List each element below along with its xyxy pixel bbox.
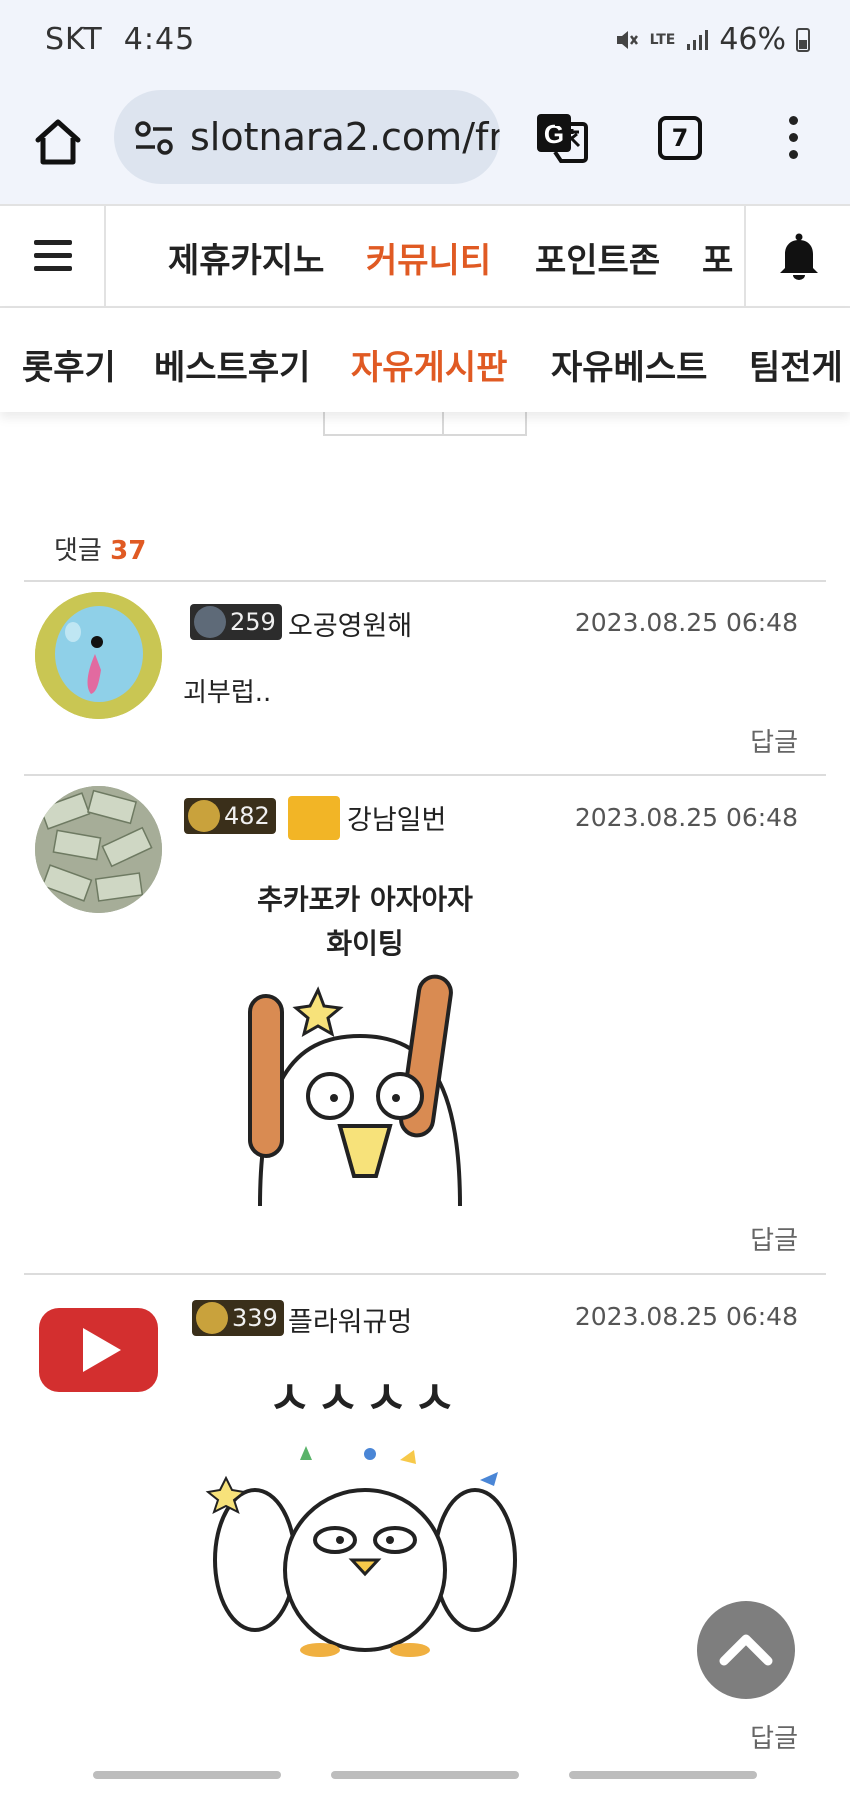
gesture-bar-left [93,1771,281,1779]
level-emblem-icon [196,1302,228,1334]
divider [24,580,826,582]
divider [24,774,826,776]
status-right: LTE 46% [614,22,810,57]
sticker-caption-line-1: 추카포카 아자아자 [257,883,473,916]
sub-item-best-review[interactable]: 베스트후기 [154,340,310,389]
gesture-bar-center [331,1771,519,1779]
comments-count: 37 [110,536,147,566]
bell-icon [780,233,818,280]
level-emblem-icon [194,606,226,638]
sub-item-team[interactable]: 팀전게 [749,340,843,389]
reply-button[interactable]: 답글 [750,1718,798,1755]
comment-nickname[interactable]: 오공영원해 [288,604,412,643]
comment-date: 2023.08.25 06:48 [574,803,798,832]
sub-item-free-board[interactable]: 자유게시판 [351,340,507,389]
penguin-cheer-sticker [205,1446,517,1657]
browser-menu-icon[interactable] [778,116,808,166]
scroll-to-top-button[interactable] [697,1601,795,1699]
battery-percent: 46% [719,22,786,57]
chevron-up-icon [719,1634,773,1666]
signal-icon [687,29,709,50]
sticker-image: ㅅㅅㅅㅅ [200,1371,530,1660]
lte-icon: LTE [649,31,676,48]
browser-toolbar: slotnara2.com/fr G 7 [0,84,850,204]
notification-button[interactable] [744,206,850,306]
site-main-nav: 제휴카지노 커뮤니티 포인트존 포 [0,204,850,308]
comment-date: 2023.08.25 06:48 [574,608,798,637]
carrier: SKT [45,22,103,57]
sticker-caption: ㅅㅅㅅㅅ [268,1371,462,1425]
sticker-caption-line-2: 화이팅 [326,927,404,960]
comment-text: 괴부럽.. [183,678,272,708]
level-number: 259 [230,608,276,636]
nav-item-more[interactable]: 포 [702,233,733,282]
comments-label: 댓글 [54,536,102,566]
comment-date: 2023.08.25 06:48 [574,1302,798,1331]
sub-item-review[interactable]: 롯후기 [22,340,116,389]
battery-icon [796,27,810,52]
nav-item-partner-casino[interactable]: 제휴카지노 [168,233,324,282]
duck-cheer-sticker [248,974,462,1206]
site-settings-icon[interactable] [134,120,174,156]
avatar[interactable] [35,1286,162,1413]
level-number: 482 [224,802,270,830]
cartoon-avatar-image [35,592,162,719]
divider [24,1273,826,1275]
sticker-image: 추카포카 아자아자 화이팅 [200,878,530,1206]
comment-nickname[interactable]: 강남일번 [347,798,446,837]
status-bar: SKT 4:45 LTE 46% [0,0,850,84]
hamburger-menu-icon[interactable] [0,206,106,306]
level-number: 339 [232,1304,278,1332]
url-bar[interactable]: slotnara2.com/fr [114,90,500,184]
gesture-bar-right [569,1771,757,1779]
level-badge: 259 [190,604,282,640]
reply-button[interactable]: 답글 [750,1220,798,1257]
home-icon[interactable] [30,114,86,170]
translate-icon[interactable]: G [533,110,589,166]
status-left: SKT 4:45 [45,22,195,57]
nav-item-community[interactable]: 커뮤니티 [366,233,491,282]
rank-badge-icon [288,796,340,840]
avatar[interactable] [35,786,162,913]
comments-header: 댓글 37 [54,530,146,567]
mute-icon [616,30,638,49]
main-nav-items: 제휴카지노 커뮤니티 포인트존 포 [108,206,742,306]
reply-button[interactable]: 답글 [750,722,798,759]
pagination-fragment [323,412,527,436]
level-badge: 482 [184,798,276,834]
money-avatar-image [35,786,162,913]
sub-item-free-best[interactable]: 자유베스트 [551,340,707,389]
comment-nickname[interactable]: 플라워규멍 [288,1300,412,1339]
level-emblem-icon [188,800,220,832]
level-badge: 339 [192,1300,284,1336]
nav-item-point-zone[interactable]: 포인트존 [535,233,660,282]
avatar[interactable] [35,592,162,719]
tabs-count-button[interactable]: 7 [658,116,702,160]
youtube-icon [39,1308,158,1392]
sub-nav: 롯후기 베스트후기 자유게시판 자유베스트 팀전게 [0,308,850,412]
url-text[interactable]: slotnara2.com/fr [190,115,500,159]
clock: 4:45 [123,22,196,57]
